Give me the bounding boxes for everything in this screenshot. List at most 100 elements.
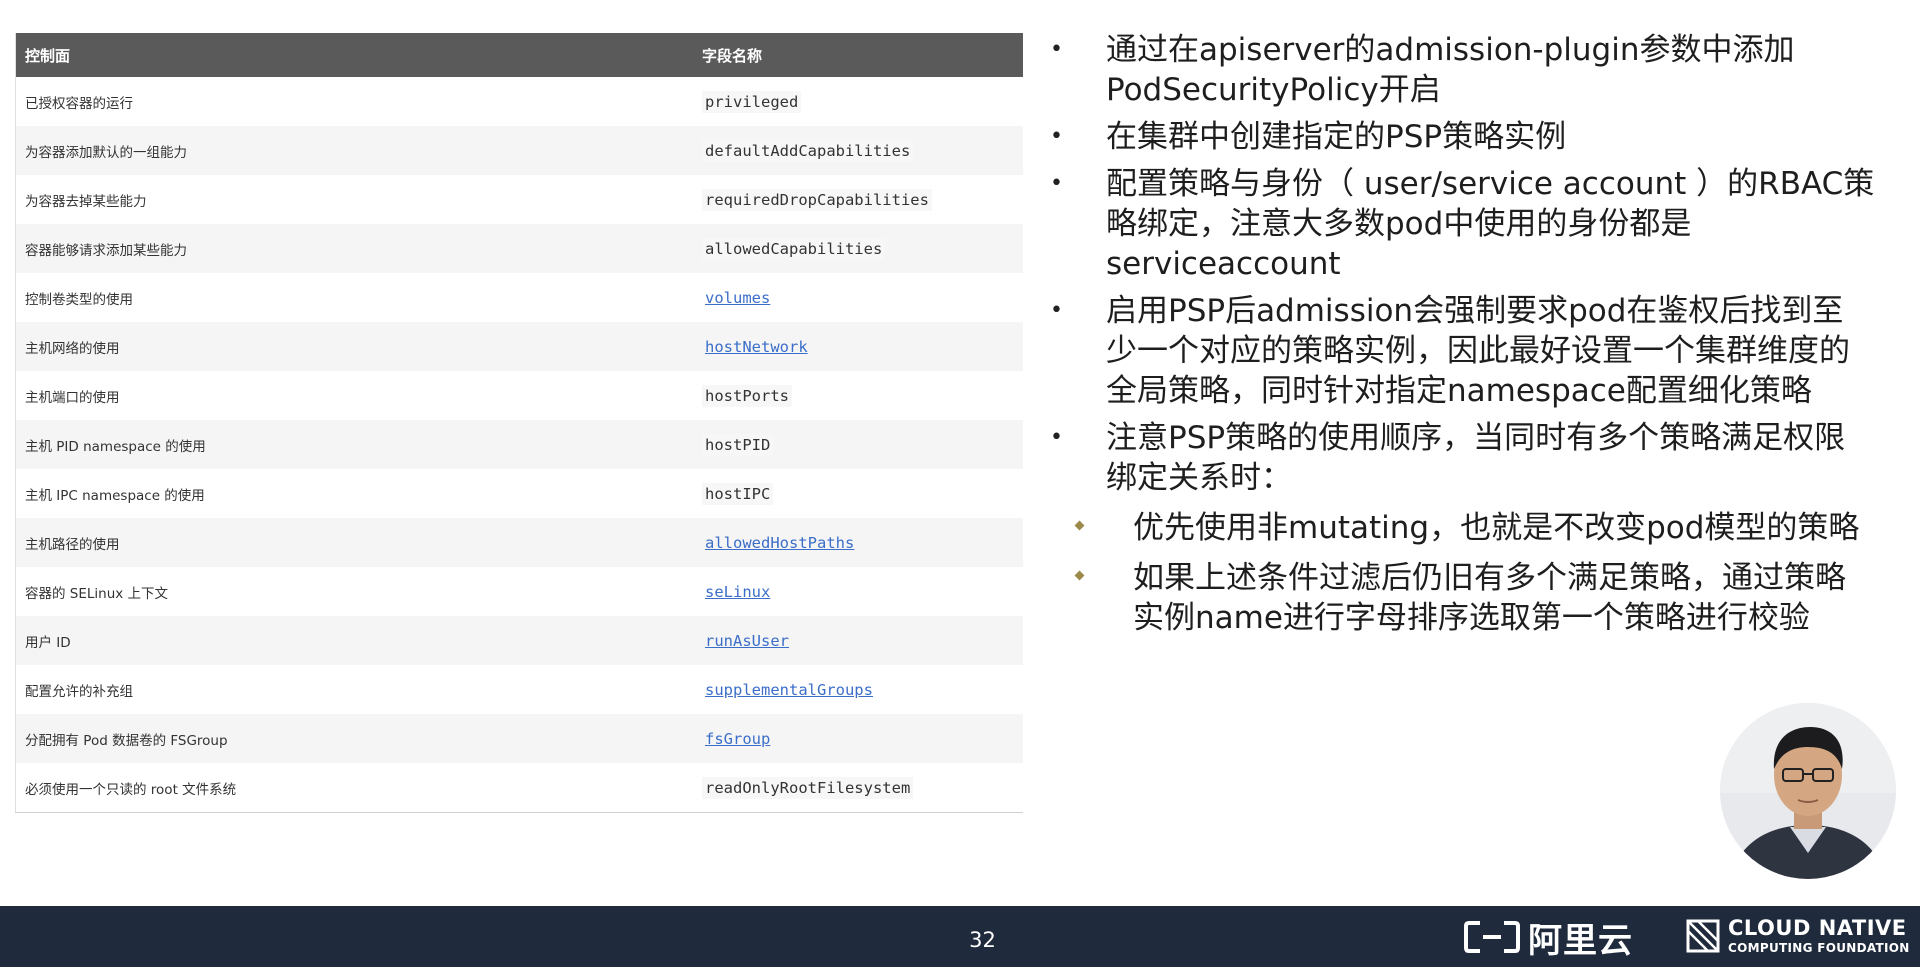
table-row: 已授权容器的运行 privileged (16, 77, 1024, 126)
table-row: 分配拥有 Pod 数据卷的 FSGroup fsGroup (15, 714, 1023, 763)
speaker-video-avatar (1720, 703, 1896, 879)
bullet-text-line: serviceaccount (1106, 246, 1341, 282)
row-field-cell: hostIPC (685, 469, 1023, 518)
page-number: 32 (969, 928, 996, 952)
field-name: allowedCapabilities (702, 237, 886, 260)
row-field-cell: runAsUser (685, 616, 1023, 665)
aliyun-logo: 阿里云 (1464, 916, 1633, 961)
table-row: 主机 IPC namespace 的使用 hostIPC (16, 469, 1024, 518)
field-name-link[interactable]: hostNetwork (702, 336, 811, 358)
table-body: 已授权容器的运行 privileged 为容器添加默认的一组能力 defaultAdd… (15, 77, 1024, 813)
bullet-dot-icon: • (1050, 425, 1063, 450)
slide-footer: 32 阿里云 CLOUD NATIVE COMPUTING FOUNDATION (0, 906, 1920, 967)
row-description: 主机路径的使用 (15, 518, 685, 567)
row-description: 为容器去掉某些能力 (25, 193, 147, 210)
bullet-item: • 注意PSP策略的使用顺序，当同时有多个策略满足权限 绑定关系时： (1040, 418, 1920, 498)
aliyun-bracket-icon (1464, 921, 1520, 953)
bullet-item: • 配置策略与身份（ user/service account ）的RBAC策 略绑… (1040, 164, 1920, 284)
row-description: 分配拥有 Pod 数据卷的 FSGroup (15, 714, 685, 763)
row-field-cell: readOnlyRootFilesystem (685, 763, 1023, 813)
table-row: 必须使用一个只读的 root 文件系统 readOnlyRootFilesyste… (16, 763, 1024, 813)
bullet-item: • 通过在apiserver的admission-plugin参数中添加 PodSe… (1040, 30, 1920, 110)
row-description: 主机 PID namespace 的使用 (15, 420, 685, 469)
sub-bullet-item: 优先使用非mutating，也就是不改变pod模型的策略 (1040, 508, 1920, 548)
row-description: 必须使用一个只读的 root 文件系统 (25, 781, 237, 798)
bullet-text-line: 如果上述条件过滤后仍旧有多个满足策略，通过策略 (1133, 560, 1846, 596)
cncf-logo: CLOUD NATIVE COMPUTING FOUNDATION (1686, 918, 1910, 954)
row-description: 用户 ID (15, 616, 685, 665)
bullet-text-line: 配置策略与身份（ user/service account ）的RBAC策 (1106, 166, 1875, 202)
row-field-cell: privileged (685, 77, 1023, 126)
row-field-cell: volumes (685, 273, 1023, 322)
table-row: 主机端口的使用 hostPorts (16, 371, 1024, 420)
cncf-icon (1686, 919, 1720, 953)
field-name: hostPID (702, 433, 774, 456)
row-field-cell: hostPorts (685, 371, 1023, 420)
psp-fields-table: 控制面 字段名称 已授权容器的运行 privileged 为容器添加默认的一组能力 d… (15, 33, 1023, 813)
table-row: 主机 PID namespace 的使用 hostPID (15, 420, 1023, 469)
diamond-bullet-icon (1074, 570, 1085, 581)
row-description: 配置允许的补充组 (25, 683, 133, 700)
table-row: 配置允许的补充组 supplementalGroups (16, 665, 1024, 714)
bullet-text-line: 绑定关系时： (1106, 460, 1292, 496)
bullet-text-line: 少一个对应的策略实例，因此最好设置一个集群维度的 (1106, 333, 1850, 369)
bullet-item: • 在集群中创建指定的PSP策略实例 (1040, 117, 1920, 157)
header-control-plane: 控制面 (15, 33, 685, 77)
bullet-text-line: 在集群中创建指定的PSP策略实例 (1106, 119, 1567, 155)
sub-bullet-item: 如果上述条件过滤后仍旧有多个满足策略，通过策略 实例name进行字母排序选取第一个… (1040, 558, 1920, 638)
cncf-text: CLOUD NATIVE COMPUTING FOUNDATION (1728, 918, 1910, 955)
speaker-portrait (1720, 703, 1896, 879)
field-name: defaultAddCapabilities (702, 139, 914, 162)
bullet-dot-icon: • (1050, 171, 1063, 196)
bullet-dot-icon: • (1050, 37, 1063, 62)
field-name: requiredDropCapabilities (702, 188, 932, 211)
row-description: 为容器添加默认的一组能力 (15, 126, 685, 175)
field-name-link[interactable]: supplementalGroups (702, 679, 876, 701)
table-row: 主机网络的使用 hostNetwork (15, 322, 1023, 371)
row-field-cell: hostPID (685, 420, 1023, 469)
row-field-cell: hostNetwork (685, 322, 1023, 371)
bullet-dot-icon: • (1050, 298, 1063, 323)
header-field-name: 字段名称 (685, 33, 1023, 77)
field-name-link[interactable]: seLinux (702, 581, 773, 603)
bullet-text-line: 实例name进行字母排序选取第一个策略进行校验 (1133, 600, 1810, 636)
bullet-text-line: PodSecurityPolicy开启 (1106, 72, 1441, 108)
row-description: 主机端口的使用 (25, 389, 120, 406)
table-row: 用户 ID runAsUser (15, 616, 1023, 665)
bullet-item: • 启用PSP后admission会强制要求pod在鉴权后找到至 少一个对应的策略实… (1040, 291, 1920, 411)
table-row: 为容器去掉某些能力 requiredDropCapabilities (16, 175, 1024, 224)
field-name: hostPorts (702, 384, 792, 407)
bullet-text-line: 全局策略，同时针对指定namespace配置细化策略 (1106, 373, 1812, 409)
bullet-text-line: 略绑定，注意大多数pod中使用的身份都是 (1106, 206, 1692, 242)
aliyun-logo-text: 阿里云 (1528, 920, 1633, 961)
header-field-name-label: 字段名称 (702, 46, 763, 65)
field-name: readOnlyRootFilesystem (702, 776, 914, 799)
row-field-cell: allowedHostPaths (685, 518, 1023, 567)
field-name-link[interactable]: runAsUser (702, 630, 792, 652)
row-description: 主机 IPC namespace 的使用 (25, 487, 205, 504)
row-description: 已授权容器的运行 (25, 95, 133, 112)
row-description: 容器能够请求添加某些能力 (15, 224, 685, 273)
bullet-dot-icon: • (1050, 124, 1063, 149)
field-name: hostIPC (702, 482, 774, 505)
bullet-text-line: 注意PSP策略的使用顺序，当同时有多个策略满足权限 (1106, 420, 1846, 456)
row-field-cell: defaultAddCapabilities (685, 126, 1023, 175)
table-header-row: 控制面 字段名称 (15, 33, 1023, 77)
diamond-bullet-icon (1074, 520, 1085, 531)
row-description: 主机网络的使用 (15, 322, 685, 371)
field-name-link[interactable]: fsGroup (702, 728, 773, 750)
field-name-link[interactable]: volumes (702, 287, 773, 309)
bullet-list: • 通过在apiserver的admission-plugin参数中添加 PodSe… (1040, 30, 1920, 638)
row-description: 控制卷类型的使用 (25, 291, 133, 308)
table-row: 容器的 SELinux 上下文 seLinux (16, 567, 1024, 616)
bullet-text-line: 通过在apiserver的admission-plugin参数中添加 (1106, 32, 1795, 68)
table-row: 为容器添加默认的一组能力 defaultAddCapabilities (15, 126, 1023, 175)
cncf-line2: COMPUTING FOUNDATION (1728, 941, 1910, 955)
row-description: 容器的 SELinux 上下文 (25, 585, 169, 602)
bullet-text-line: 启用PSP后admission会强制要求pod在鉴权后找到至 (1106, 293, 1844, 329)
table-row: 主机路径的使用 allowedHostPaths (15, 518, 1023, 567)
table-row: 控制卷类型的使用 volumes (16, 273, 1024, 322)
row-field-cell: requiredDropCapabilities (685, 175, 1023, 224)
field-name: privileged (702, 90, 802, 113)
field-name-link[interactable]: allowedHostPaths (702, 532, 857, 554)
